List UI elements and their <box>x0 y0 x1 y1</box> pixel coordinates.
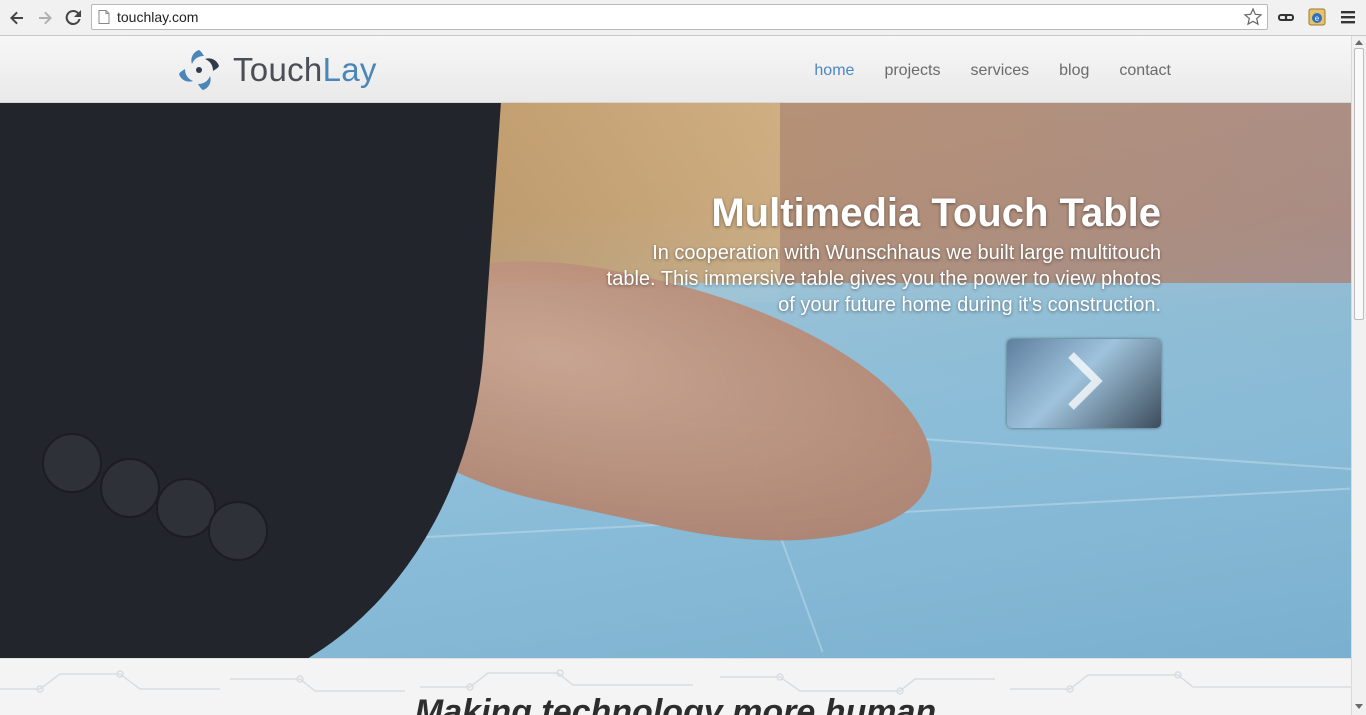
reload-icon <box>65 10 81 26</box>
brand-prefix: Touch <box>233 51 323 88</box>
back-button[interactable] <box>6 7 28 29</box>
brand-name: TouchLay <box>233 51 377 89</box>
back-arrow-icon <box>10 11 23 25</box>
address-bar[interactable]: touchlay.com <box>91 4 1268 30</box>
brand-suffix: Lay <box>322 51 377 88</box>
sleeve-button <box>156 478 216 538</box>
extension-mask-icon[interactable] <box>1276 7 1296 27</box>
chrome-menu-icon[interactable] <box>1338 7 1358 27</box>
site-logo[interactable]: TouchLay <box>175 45 377 95</box>
nav-contact[interactable]: contact <box>1119 62 1171 80</box>
scroll-up-arrow-icon[interactable] <box>1355 40 1363 45</box>
hero-title: Multimedia Touch Table <box>711 191 1161 235</box>
site-header: TouchLay home projects services blog con… <box>0 36 1351 103</box>
sleeve-button <box>42 433 102 493</box>
intro-section: Making technology more human <box>0 658 1351 715</box>
main-nav: home projects services blog contact <box>784 62 1171 80</box>
touchlay-logo-icon <box>179 50 219 90</box>
forward-arrow-icon <box>39 11 52 25</box>
hero-next-thumbnail[interactable] <box>1007 339 1161 428</box>
hero-caption: Multimedia Touch Table In cooperation wi… <box>601 191 1161 318</box>
sleeve-button <box>208 501 268 561</box>
scroll-down-arrow-icon[interactable] <box>1355 704 1363 709</box>
page-icon <box>98 10 110 24</box>
forward-button[interactable] <box>34 7 56 29</box>
page-viewport: TouchLay home projects services blog con… <box>0 36 1351 715</box>
vertical-scrollbar[interactable] <box>1351 36 1366 715</box>
address-url: touchlay.com <box>117 9 199 25</box>
nav-home[interactable]: home <box>814 62 854 80</box>
extension-ie-icon[interactable]: e <box>1307 7 1327 27</box>
reload-button[interactable] <box>62 7 84 29</box>
nav-blog[interactable]: blog <box>1059 62 1089 80</box>
hero-description: In cooperation with Wunschhaus we built … <box>606 242 1161 316</box>
section-heading: Making technology more human <box>414 693 937 715</box>
browser-toolbar: touchlay.com e <box>0 0 1366 36</box>
chevron-right-icon <box>1068 352 1103 410</box>
hero-slider: Multimedia Touch Table In cooperation wi… <box>0 103 1351 658</box>
sleeve-button <box>100 458 160 518</box>
scrollbar-thumb[interactable] <box>1354 48 1364 320</box>
bookmark-star-icon[interactable] <box>1243 7 1263 27</box>
nav-services[interactable]: services <box>970 62 1029 80</box>
nav-projects[interactable]: projects <box>884 62 940 80</box>
svg-text:e: e <box>1315 14 1320 23</box>
